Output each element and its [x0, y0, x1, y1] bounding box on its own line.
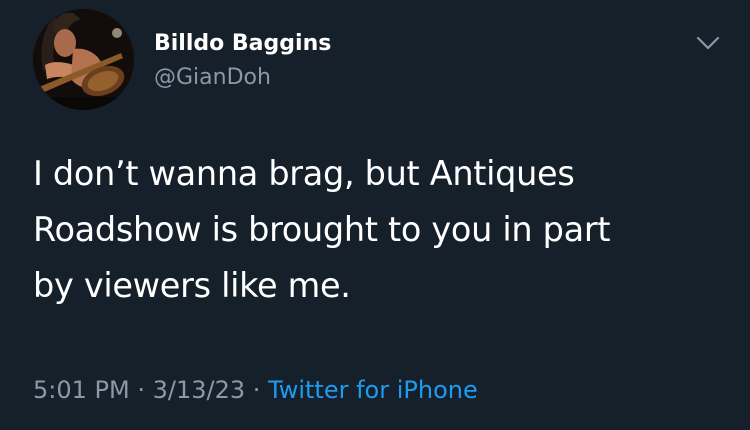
tweet-metadata: 5:01 PM · 3/13/23 · Twitter for iPhone: [33, 373, 478, 407]
tweet-text-line: Roadshow is brought to you in part: [33, 210, 611, 249]
display-name[interactable]: Billdo Baggins: [154, 30, 331, 58]
separator-dot: ·: [245, 376, 269, 404]
separator-dot: ·: [129, 376, 153, 404]
tweet-source-link[interactable]: Twitter for iPhone: [268, 376, 478, 404]
tweet-text-line: I don’t wanna brag, but Antiques: [33, 154, 575, 193]
chevron-down-icon[interactable]: [694, 32, 722, 54]
tweet-text-line: by viewers like me.: [33, 266, 351, 305]
tweet-date[interactable]: 3/13/23: [153, 376, 246, 404]
user-handle[interactable]: @GianDoh: [154, 64, 271, 92]
avatar[interactable]: [33, 9, 134, 110]
avatar-photo: [33, 9, 134, 110]
tweet-card: Billdo Baggins @GianDoh I don’t wanna br…: [0, 0, 750, 430]
tweet-text: I don’t wanna brag, but Antiques Roadsho…: [33, 146, 713, 314]
tweet-time[interactable]: 5:01 PM: [33, 376, 130, 404]
